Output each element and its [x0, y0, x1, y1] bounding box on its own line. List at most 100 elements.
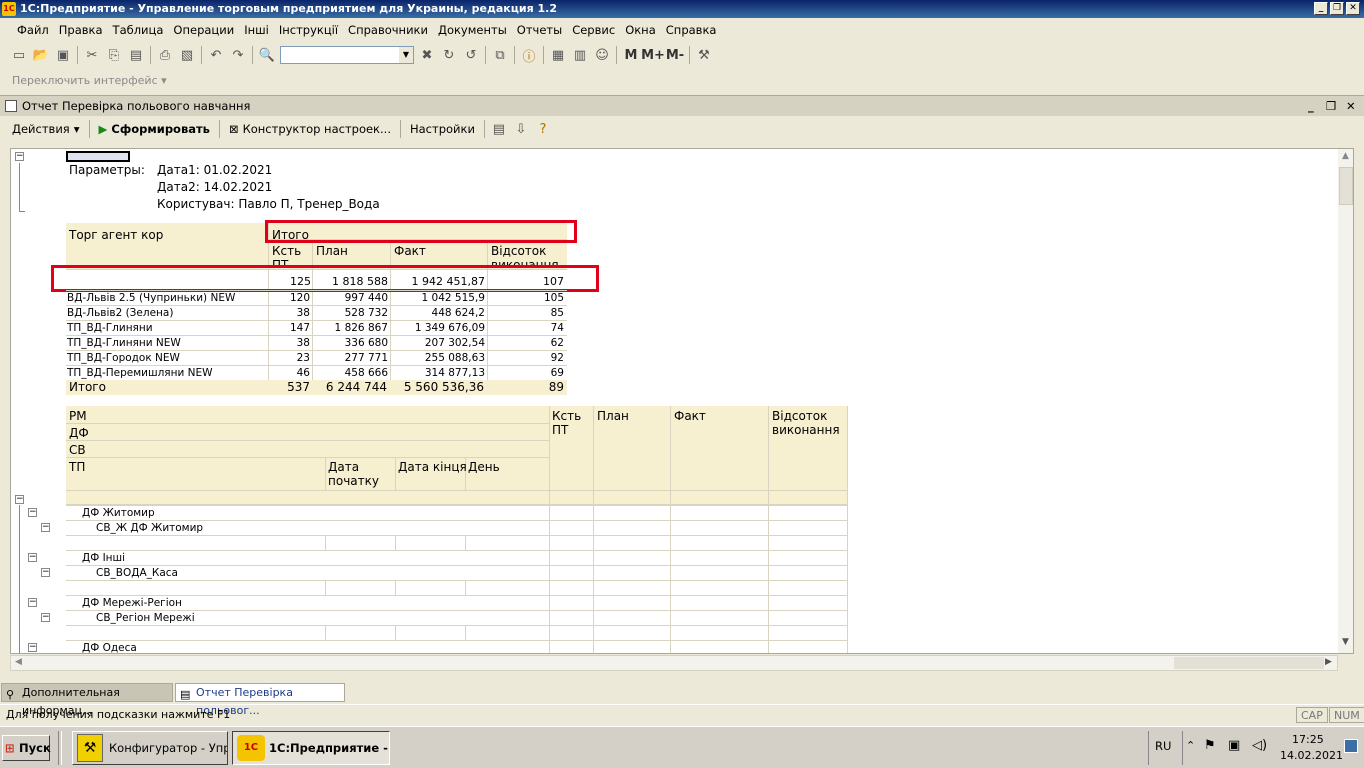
t1-row-plan: 277 771 [344, 352, 388, 364]
memory-button[interactable]: M [620, 44, 642, 66]
menu-service[interactable]: Сервис [567, 23, 620, 37]
t2-header-percent: Відсоток виконання [772, 409, 840, 437]
collapse-icon[interactable]: − [28, 643, 37, 652]
caps-indicator: CAP [1296, 707, 1328, 723]
save-icon[interactable]: ▣ [52, 44, 74, 66]
memory-minus-button[interactable]: M- [664, 44, 686, 66]
t2-header-start-date: Дата початку [328, 460, 379, 488]
cut-icon[interactable]: ✂ [81, 44, 103, 66]
t1-row-plan: 528 732 [344, 307, 388, 319]
t1-row-count: 120 [289, 292, 310, 304]
menu-file[interactable]: Файл [12, 23, 54, 37]
taskbar-enterprise[interactable]: 1С1С:Предприятие - ... [232, 731, 390, 765]
open-icon[interactable]: 📂 [30, 44, 52, 66]
t2-header-tp: ТП [69, 460, 86, 474]
menu-table[interactable]: Таблица [108, 23, 169, 37]
collapse-icon[interactable]: − [41, 568, 50, 577]
t1-total-label: Итого [69, 380, 106, 394]
vertical-scrollbar[interactable]: ▲ ▼ [1338, 149, 1353, 653]
settings-constructor-button[interactable]: ⊠ Конструктор настроек... [223, 122, 397, 136]
report-spreadsheet[interactable]: − Параметры: Дата1: 01.02.2021 Дата2: 14… [10, 148, 1354, 654]
menu-edit[interactable]: Правка [54, 23, 108, 37]
scroll-left-icon[interactable]: ◀ [15, 657, 22, 667]
t1-row-fact: 314 877,13 [424, 367, 485, 379]
tools-icon[interactable]: ⚒ [693, 44, 715, 66]
menu-documents[interactable]: Документы [433, 23, 512, 37]
clock-date[interactable]: 14.02.2021 [1280, 749, 1343, 762]
t1-row-percent: 74 [550, 322, 564, 334]
interface-switch[interactable]: Переключить интерфейс ▾ [0, 70, 1364, 92]
save-settings-icon[interactable]: ▤ [488, 118, 510, 140]
collapse-icon[interactable]: − [15, 495, 24, 504]
t2-row-label: ДФ Одеса [82, 642, 137, 654]
horizontal-scrollbar[interactable]: ◀ ▶ [10, 655, 1338, 671]
flag-icon[interactable]: ⚑ [1204, 738, 1216, 753]
info-icon[interactable]: ⓘ [518, 44, 540, 66]
settings-button[interactable]: Настройки [404, 122, 481, 136]
close-icon[interactable]: ✕ [1346, 96, 1356, 116]
scroll-down-icon[interactable]: ▼ [1342, 637, 1349, 647]
generate-button[interactable]: ▶ Сформировать [93, 122, 216, 136]
memory-plus-button[interactable]: M+ [641, 44, 665, 66]
menu-other[interactable]: Інші [239, 23, 274, 37]
calculator-icon[interactable]: ▦ [547, 44, 569, 66]
scroll-right-icon[interactable]: ▶ [1325, 657, 1332, 667]
chevron-down-icon[interactable]: ▼ [399, 47, 413, 63]
close-icon[interactable]: ✕ [1346, 2, 1360, 15]
menu-catalogs[interactable]: Справочники [343, 23, 433, 37]
collapse-icon[interactable]: − [28, 598, 37, 607]
tab-additional-info[interactable]: ⚲ Дополнительная информац... [1, 683, 173, 717]
minimize-icon[interactable]: _ [1314, 2, 1328, 15]
preview-icon[interactable]: ▧ [176, 44, 198, 66]
restore-settings-icon[interactable]: ⇩ [510, 118, 532, 140]
minimize-icon[interactable]: _ [1308, 96, 1314, 116]
scroll-up-icon[interactable]: ▲ [1342, 151, 1349, 161]
collapse-icon[interactable]: − [15, 152, 24, 161]
t2-row-label: ДФ Мережі-Регіон [82, 597, 182, 609]
print-icon[interactable]: ⎙ [154, 44, 176, 66]
find-icon[interactable]: 🔍 [256, 44, 278, 66]
collapse-icon[interactable]: − [28, 508, 37, 517]
taskbar-configurator[interactable]: ⚒Конфигуратор - Упр... [72, 731, 228, 765]
scroll-thumb[interactable] [1174, 657, 1324, 669]
windows-icon[interactable]: ⧉ [489, 44, 511, 66]
report-window: Отчет Перевірка польового навчання _ ❐ ✕… [0, 95, 1364, 679]
start-button[interactable]: ⊞ Пуск [2, 735, 51, 761]
menu-help[interactable]: Справка [661, 23, 722, 37]
search-input[interactable]: ▼ [280, 46, 414, 64]
restore-icon[interactable]: ❐ [1326, 96, 1336, 116]
new-icon[interactable]: ▭ [8, 44, 30, 66]
tab-report[interactable]: ▤ Отчет Перевірка польовог... [175, 683, 345, 717]
tray-expand-icon[interactable]: ⌃ [1186, 739, 1195, 752]
menu-operations[interactable]: Операции [168, 23, 239, 37]
maximize-icon[interactable]: ❐ [1330, 2, 1344, 15]
volume-icon[interactable]: ◁) [1252, 738, 1267, 753]
actions-menu[interactable]: Действия ▾ [6, 122, 86, 136]
status-bar: Для получения подсказки нажмите F1 CAP N… [0, 704, 1364, 724]
clock-time[interactable]: 17:25 [1292, 733, 1324, 746]
calendar-icon[interactable]: ▥ [569, 44, 591, 66]
menu-instructions[interactable]: Інструкції [274, 23, 343, 37]
t1-row-percent: 105 [543, 292, 564, 304]
users-icon[interactable]: ☺ [591, 44, 613, 66]
show-desktop-icon[interactable] [1344, 739, 1358, 753]
t1-row-name: ТП_ВД-Глиняни NEW [67, 337, 181, 349]
network-icon[interactable]: ▣ [1228, 738, 1240, 753]
menu-reports[interactable]: Отчеты [512, 23, 567, 37]
find-prev-icon[interactable]: ↺ [460, 44, 482, 66]
paste-icon[interactable]: ▤ [125, 44, 147, 66]
menu-windows[interactable]: Окна [620, 23, 661, 37]
scroll-thumb[interactable] [1339, 167, 1353, 205]
collapse-icon[interactable]: − [41, 613, 50, 622]
find-next-icon[interactable]: ↻ [438, 44, 460, 66]
redo-icon[interactable]: ↷ [227, 44, 249, 66]
language-indicator[interactable]: RU [1155, 739, 1171, 753]
clear-search-icon[interactable]: ✖ [416, 44, 438, 66]
collapse-icon[interactable]: − [41, 523, 50, 532]
undo-icon[interactable]: ↶ [205, 44, 227, 66]
help-icon[interactable]: ? [532, 118, 554, 140]
app-title-bar: 1С 1С:Предприятие - Управление торговым … [0, 0, 1364, 18]
copy-icon[interactable]: ⎘ [103, 44, 125, 66]
t1-row-count: 38 [296, 337, 310, 349]
collapse-icon[interactable]: − [28, 553, 37, 562]
